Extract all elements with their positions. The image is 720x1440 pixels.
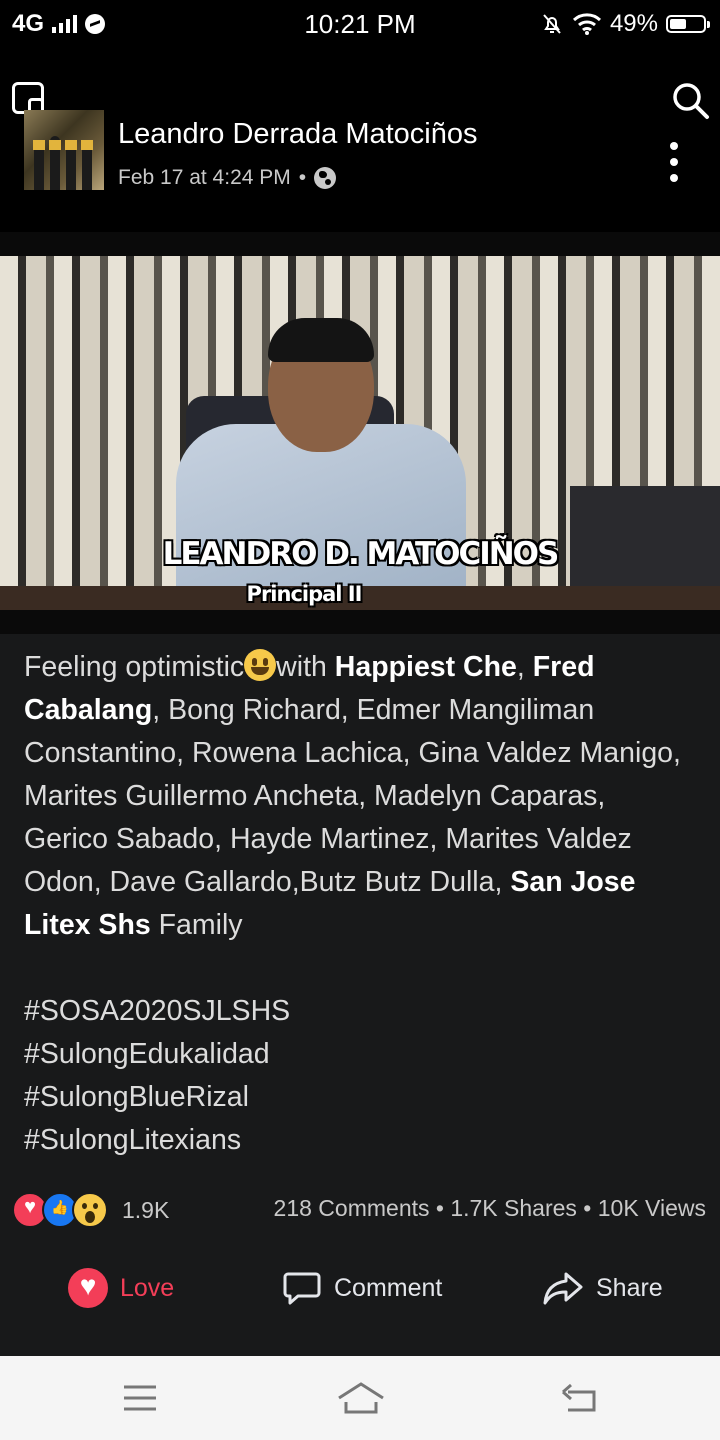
home-icon[interactable] — [336, 1380, 386, 1416]
reaction-count: 1.9K — [122, 1196, 170, 1223]
hashtag-list: #SOSA2020SJLSHS #SulongEdukalidad #Sulon… — [24, 990, 290, 1162]
text-feeling: Feeling optimistic — [24, 651, 245, 683]
hashtag-link[interactable]: #SulongBlueRizal — [24, 1076, 290, 1119]
search-icon[interactable] — [670, 80, 710, 120]
comment-button[interactable]: Comment — [282, 1268, 442, 1308]
globe-icon — [314, 167, 337, 189]
comment-icon — [283, 1272, 321, 1305]
share-button[interactable]: Share — [542, 1268, 663, 1308]
system-navigation-bar — [0, 1356, 720, 1440]
video-player[interactable] — [0, 232, 720, 634]
floor-shape — [0, 586, 720, 610]
tagged-happiest-che[interactable]: Happiest Che — [335, 651, 517, 683]
text-family: Family — [150, 909, 243, 941]
smile-emoji-icon — [244, 649, 277, 681]
author-avatar[interactable] — [24, 110, 104, 190]
meta-separator: • — [298, 166, 307, 189]
battery-percent: 49% — [609, 10, 658, 37]
post-text: Feeling optimistic with Happiest Che, Fre… — [24, 646, 684, 947]
share-label: Share — [596, 1273, 663, 1302]
hashtag-link[interactable]: #SOSA2020SJLSHS — [24, 990, 290, 1033]
hashtag-link[interactable]: #SulongEdukalidad — [24, 1033, 290, 1076]
share-icon — [543, 1272, 583, 1305]
menu-icon[interactable] — [122, 1384, 158, 1412]
post-timestamp[interactable]: Feb 17 at 4:24 PM — [118, 166, 291, 190]
action-bar: Love Comment Share — [0, 1258, 720, 1328]
text-sep: , — [516, 651, 533, 683]
status-right: 49% — [540, 10, 710, 38]
love-button[interactable]: Love — [68, 1268, 174, 1308]
status-bar: 4G 10:21 PM 49% — [0, 0, 720, 52]
post-meta: Feb 17 at 4:24 PM • — [118, 166, 337, 190]
battery-icon — [666, 15, 710, 33]
hashtag-link[interactable]: #SulongLitexians — [24, 1119, 290, 1162]
comment-label: Comment — [334, 1273, 443, 1302]
author-name[interactable]: Leandro Derrada Matociños — [118, 118, 477, 151]
mute-bell-icon — [543, 14, 561, 34]
video-frame — [0, 256, 720, 610]
desk-shape — [570, 486, 720, 586]
love-icon — [68, 1268, 108, 1308]
reactions-summary[interactable]: 1.9K — [12, 1192, 169, 1228]
text-with: with — [276, 651, 335, 683]
person-hair-shape — [268, 318, 374, 362]
love-label: Love — [120, 1273, 175, 1302]
wow-reaction-icon — [72, 1192, 108, 1228]
engagement-stats[interactable]: 218 Comments • 1.7K Shares • 10K Views — [274, 1195, 706, 1222]
more-options-icon[interactable] — [668, 142, 680, 182]
back-icon[interactable] — [560, 1382, 600, 1414]
wifi-icon — [572, 13, 601, 35]
